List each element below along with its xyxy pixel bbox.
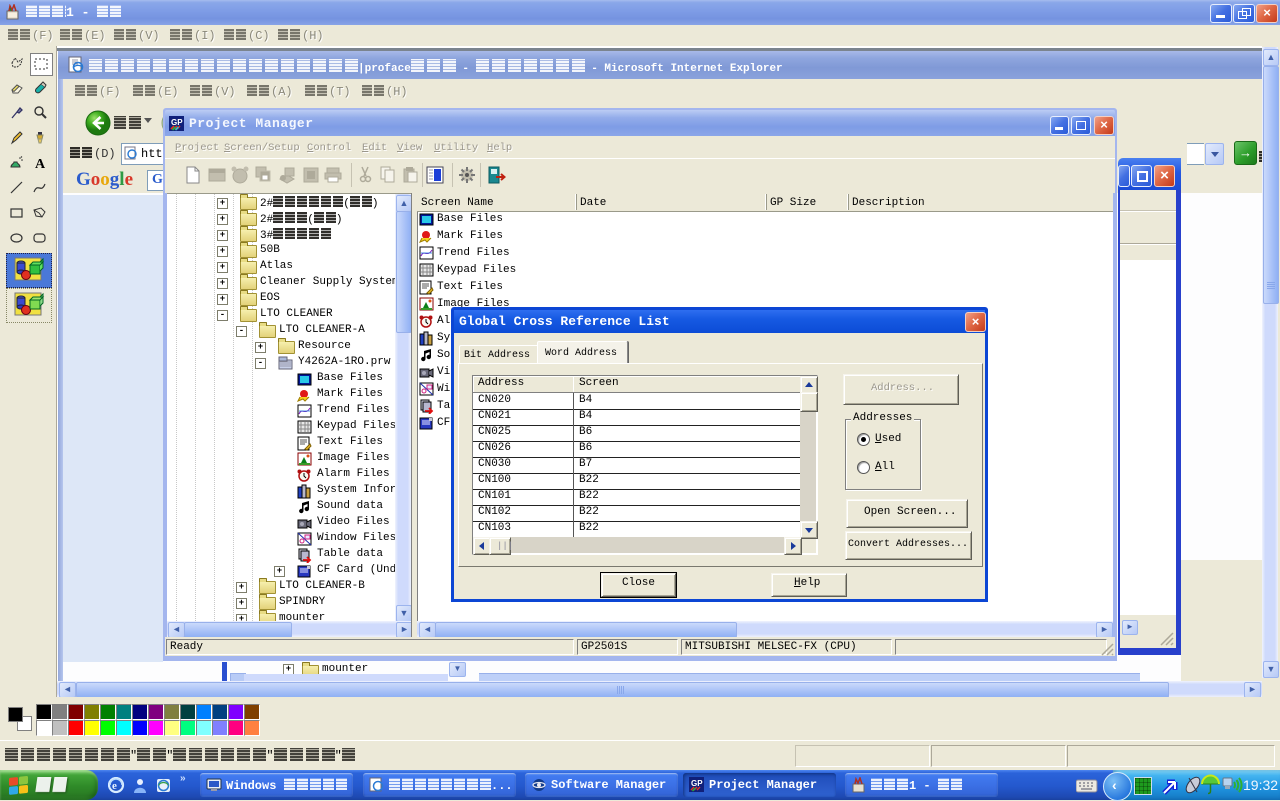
svg-text:e: e: [112, 780, 117, 792]
svg-text:GP: GP: [691, 779, 703, 788]
svg-text:A: A: [35, 157, 46, 171]
svg-text:GP: GP: [171, 118, 183, 127]
